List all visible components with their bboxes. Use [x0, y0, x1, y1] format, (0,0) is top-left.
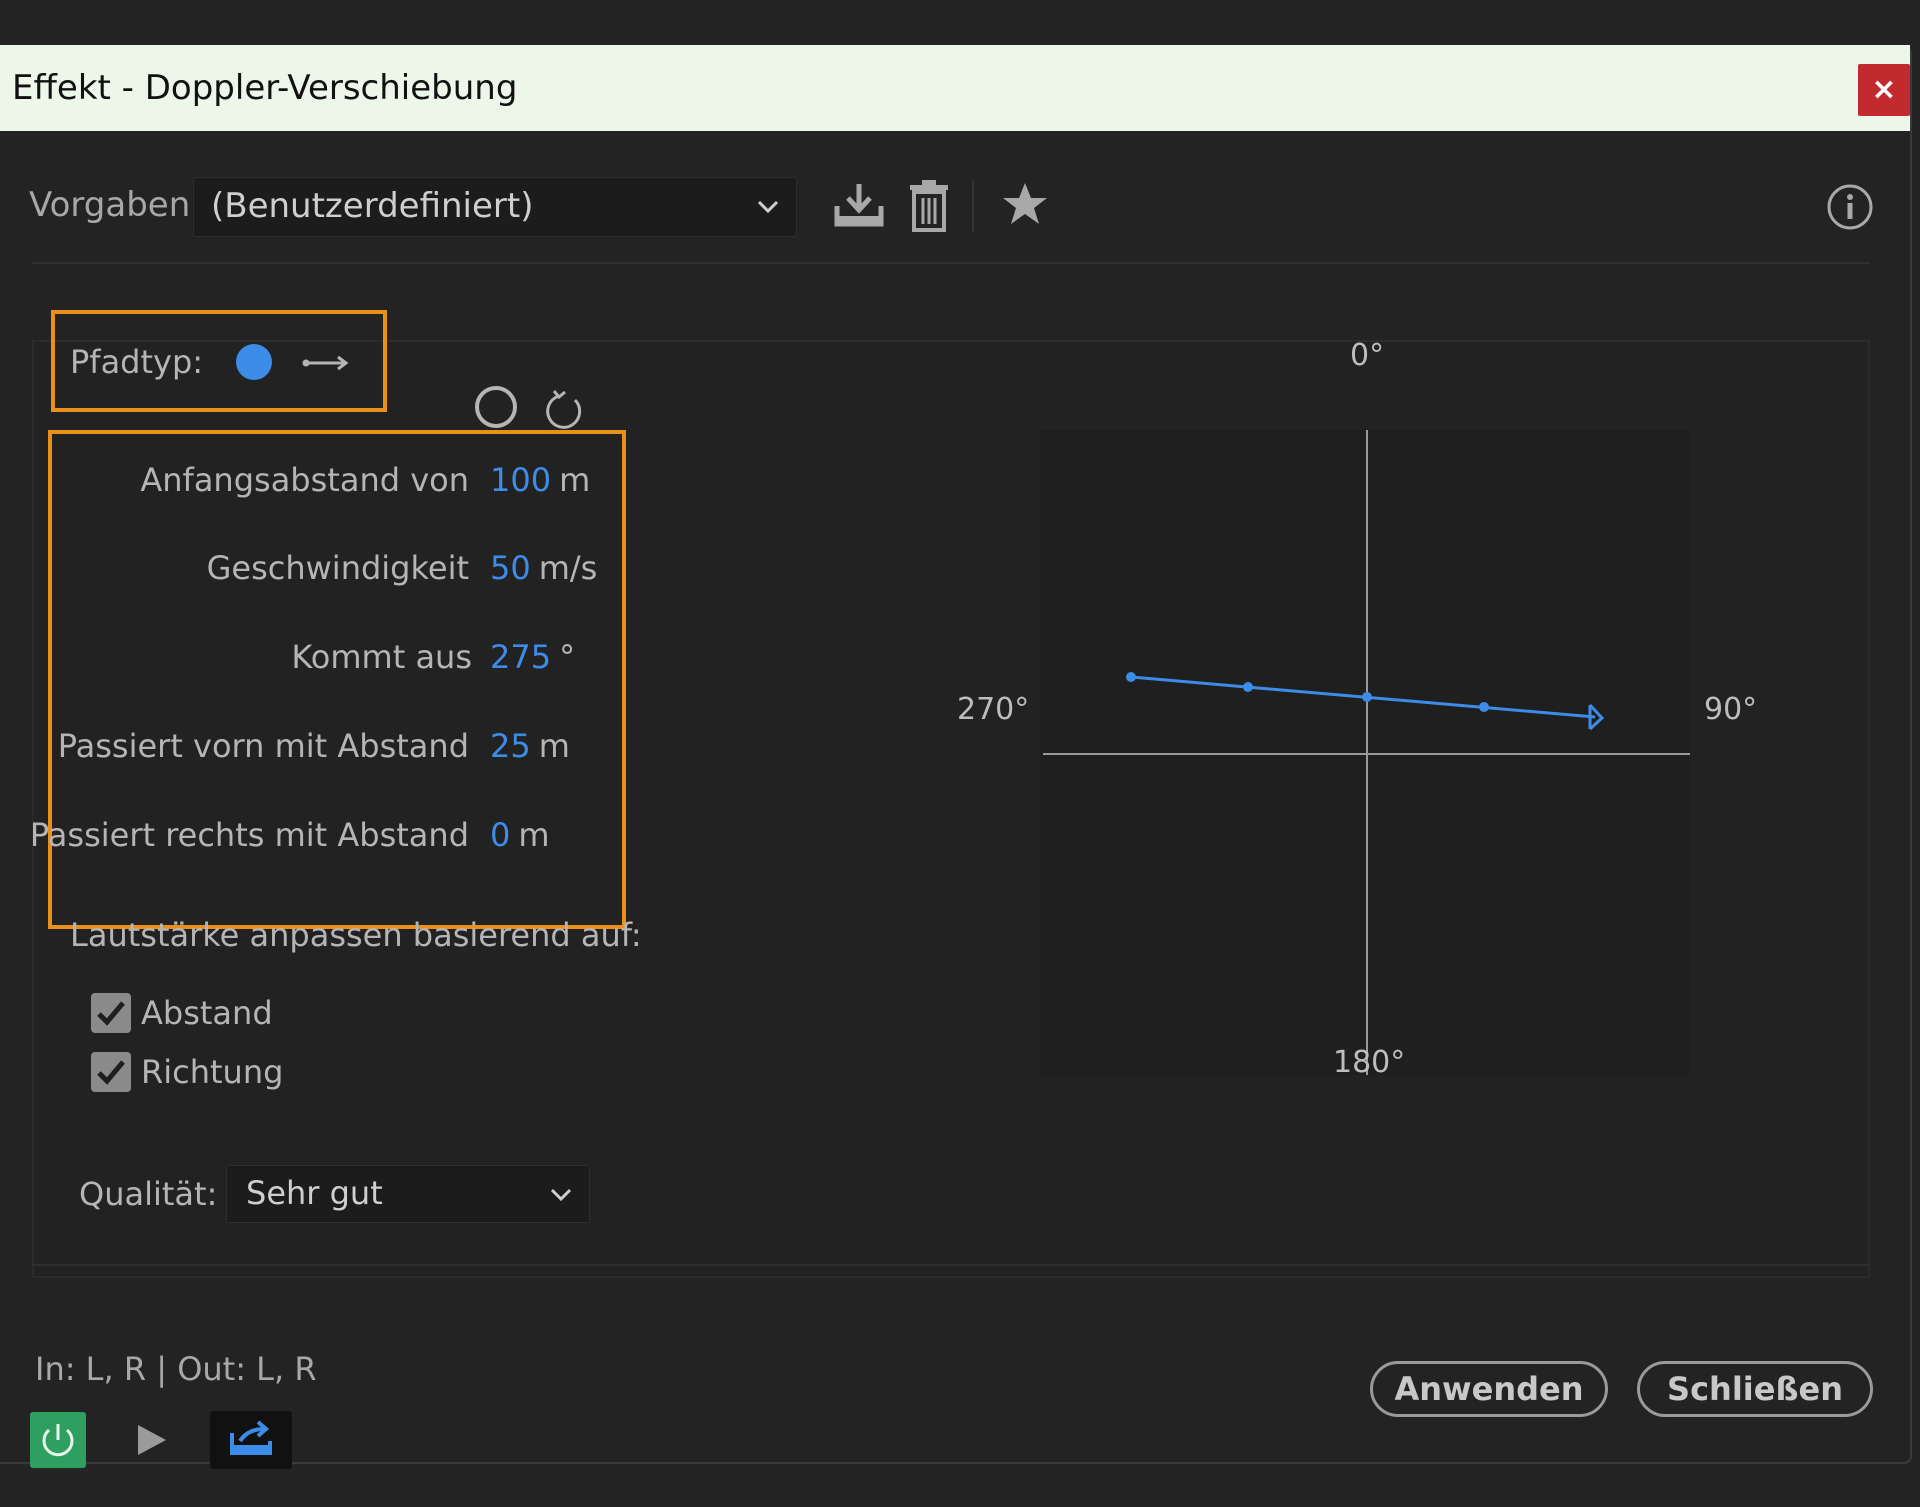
quality-label: Qualität:	[79, 1175, 218, 1213]
export-loop-icon	[230, 1420, 272, 1455]
param-value-comes-from[interactable]: 275 °	[490, 638, 575, 676]
download-preset-icon[interactable]	[833, 180, 885, 230]
circular-path-icon	[546, 390, 582, 429]
circular-path-option[interactable]	[472, 383, 612, 433]
effect-dialog: Effekt - Doppler-Verschiebung × Vorgaben…	[0, 45, 1912, 1469]
title-bar[interactable]: Effekt - Doppler-Verschiebung ×	[0, 45, 1910, 131]
param-label-comes-from: Kommt aus	[291, 638, 472, 676]
info-icon[interactable]	[1826, 183, 1874, 231]
path-point	[1479, 702, 1489, 712]
power-button[interactable]	[30, 1412, 86, 1468]
compass-label-bottom: 180°	[1333, 1045, 1406, 1080]
param-value-right-distance[interactable]: 0m	[490, 816, 550, 854]
compass-label-left: 270°	[957, 692, 1030, 727]
checkmark-icon	[97, 1060, 125, 1085]
power-icon	[42, 1424, 74, 1457]
param-value-start-distance[interactable]: 100 m	[490, 461, 590, 499]
path-diagram	[1043, 430, 1690, 1075]
radio-selected-icon	[236, 344, 272, 380]
checkmark-icon	[97, 1001, 125, 1026]
path-type-label: Pfadtyp:	[70, 343, 204, 381]
straight-path-option[interactable]	[233, 341, 393, 389]
quality-dropdown[interactable]: Sehr gut	[226, 1165, 590, 1223]
toolbar-divider	[972, 180, 974, 232]
quality-value: Sehr gut	[246, 1174, 383, 1212]
param-value-speed[interactable]: 50 m/s	[490, 549, 597, 587]
direction-checkbox[interactable]	[91, 1052, 131, 1092]
parameters-highlight	[48, 430, 626, 929]
play-icon[interactable]	[136, 1423, 168, 1457]
close-button[interactable]: ×	[1858, 64, 1910, 116]
close-dialog-button[interactable]: Schließen	[1637, 1361, 1873, 1417]
direction-checkbox-label[interactable]: Richtung	[141, 1053, 283, 1091]
compass-label-right: 90°	[1704, 692, 1758, 727]
compass-label-top: 0°	[1350, 338, 1385, 373]
volume-heading: Lautstärke anpassen basierend auf:	[70, 916, 642, 954]
distance-checkbox-label[interactable]: Abstand	[141, 994, 273, 1032]
route-output-button[interactable]	[210, 1411, 292, 1469]
distance-checkbox[interactable]	[91, 993, 131, 1033]
param-label-front-distance: Passiert vorn mit Abstand	[57, 727, 469, 765]
param-label-start-distance: Anfangsabstand von	[140, 461, 469, 499]
delete-preset-icon[interactable]	[908, 178, 950, 232]
chevron-down-icon	[757, 200, 779, 214]
straight-path-icon	[302, 355, 349, 371]
apply-button[interactable]: Anwenden	[1370, 1361, 1608, 1417]
toolbar-separator	[32, 262, 1870, 264]
path-point	[1243, 682, 1253, 692]
io-channels: In: L, R | Out: L, R	[35, 1350, 317, 1388]
path-point	[1126, 672, 1136, 682]
presets-value: (Benutzerdefiniert)	[211, 186, 534, 226]
radio-unselected-icon	[475, 386, 517, 428]
chevron-down-icon	[550, 1188, 572, 1202]
favorite-star-icon[interactable]	[1002, 181, 1048, 227]
footer-separator	[32, 1264, 1870, 1266]
presets-label: Vorgaben:	[29, 185, 202, 225]
dialog-title: Effekt - Doppler-Verschiebung	[12, 68, 518, 108]
path-point	[1362, 692, 1372, 702]
presets-dropdown[interactable]: (Benutzerdefiniert)	[193, 177, 797, 237]
param-label-right-distance: Passiert rechts mit Abstand	[29, 816, 469, 854]
param-label-speed: Geschwindigkeit	[206, 549, 469, 587]
param-value-front-distance[interactable]: 25 m	[490, 727, 570, 765]
